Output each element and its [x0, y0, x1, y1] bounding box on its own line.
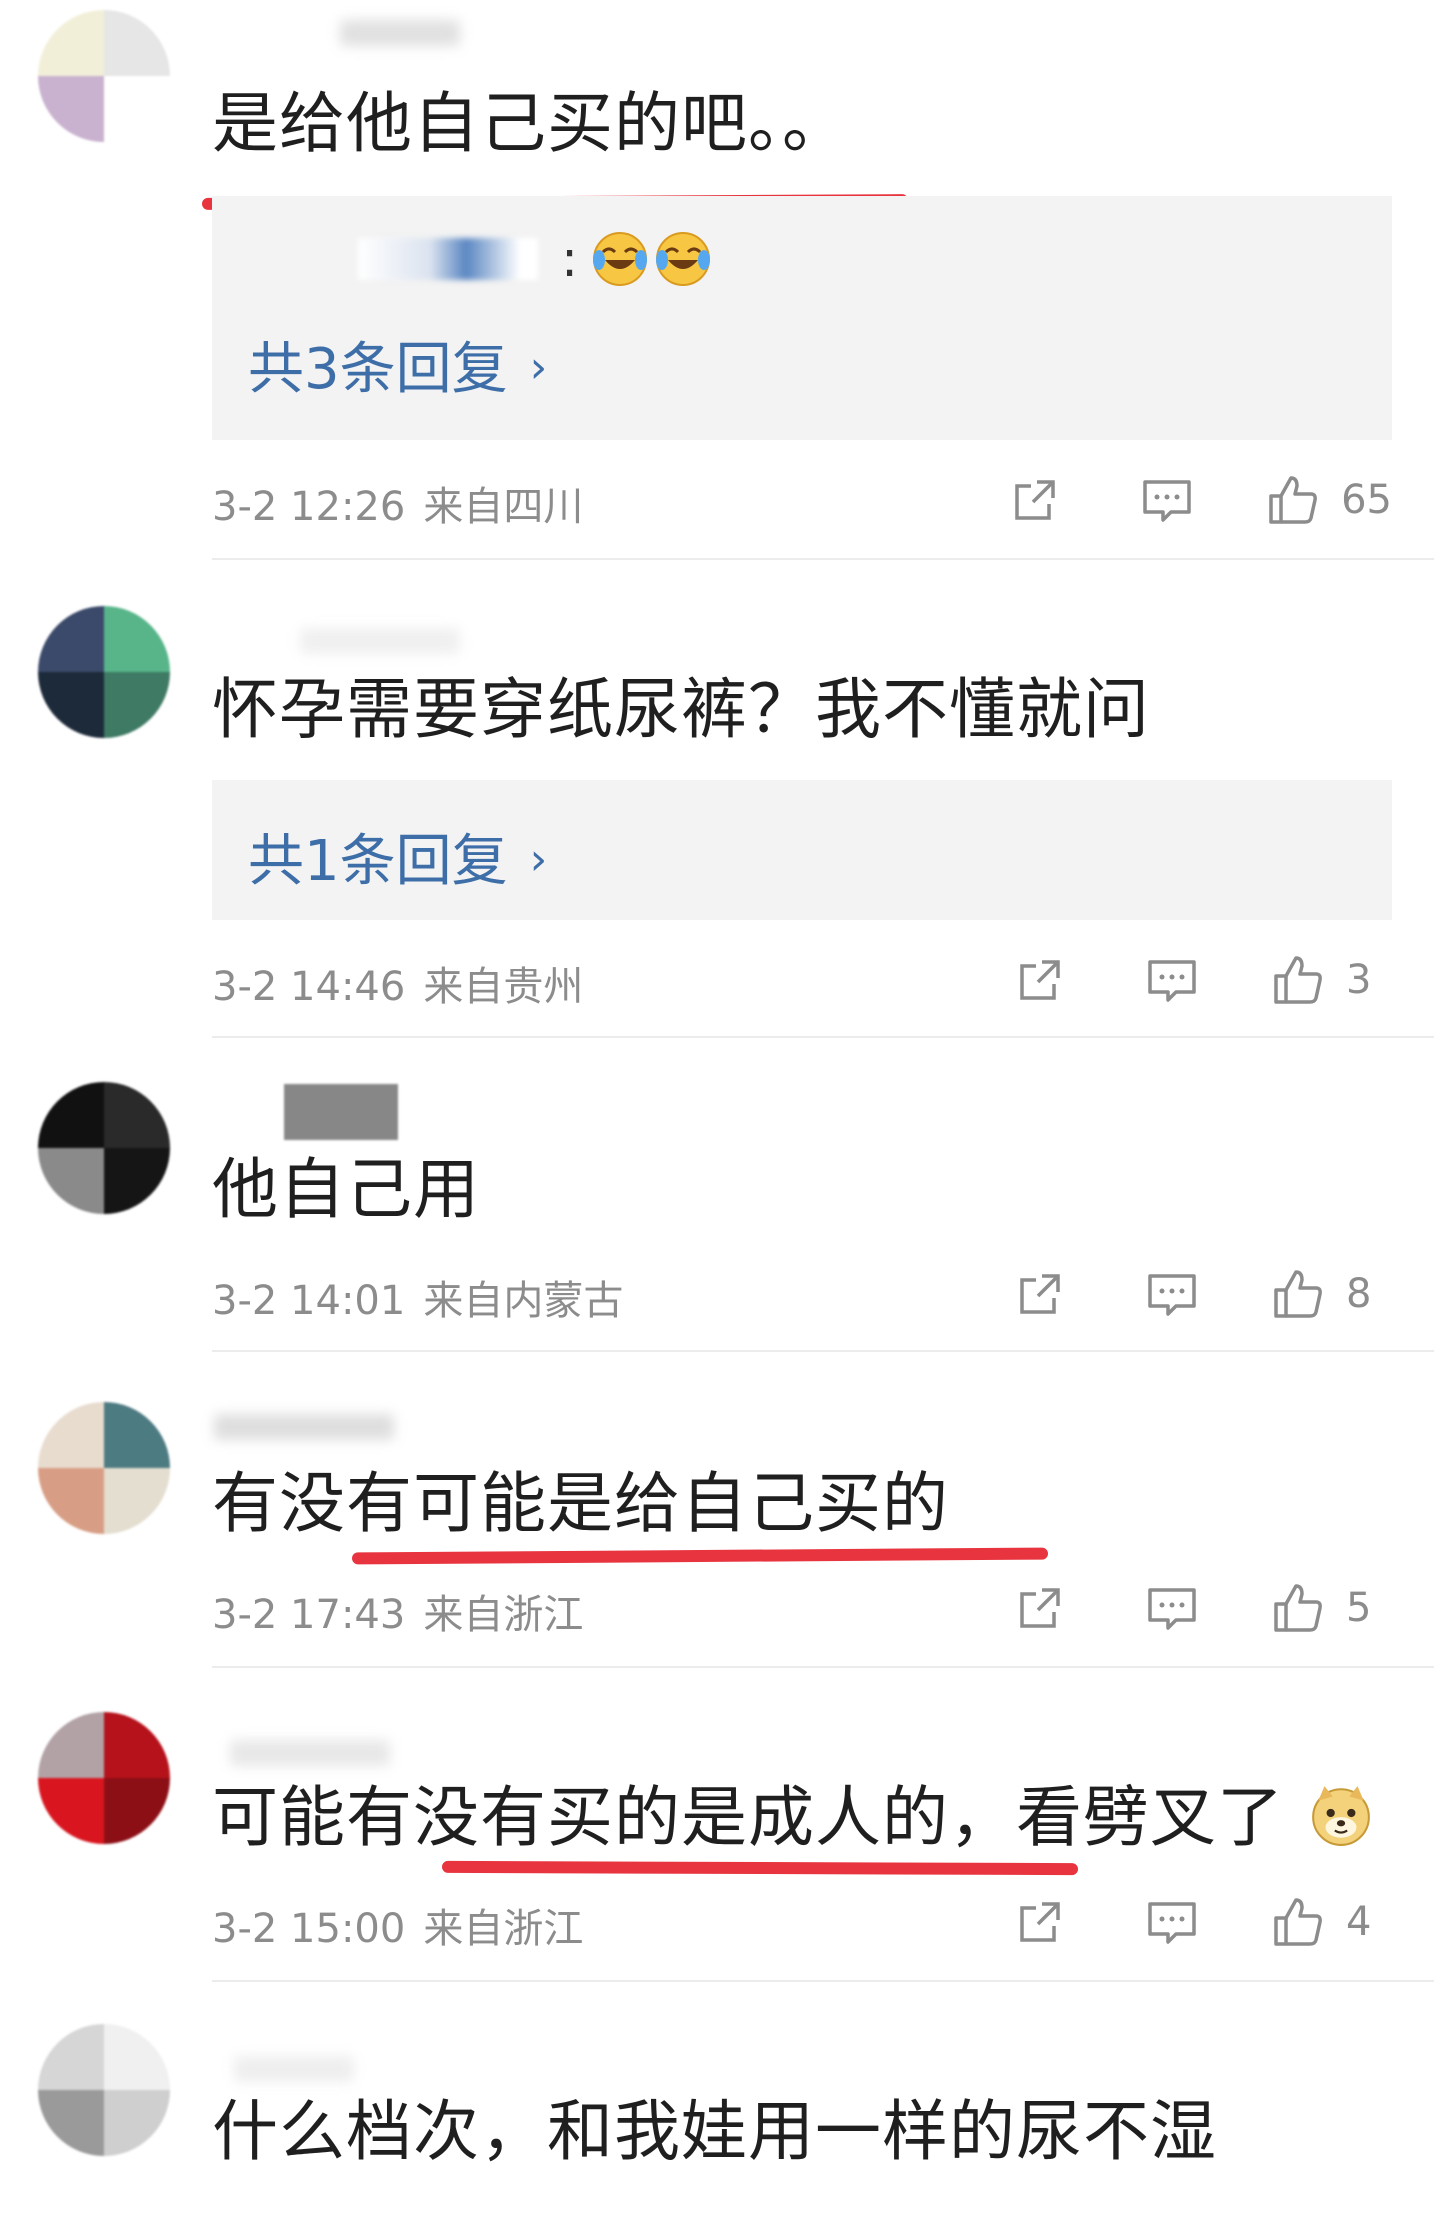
thumbs-up-icon: [1269, 476, 1317, 524]
chevron-right-icon: ›: [529, 342, 548, 393]
comment-icon[interactable]: [1146, 954, 1198, 1006]
comment-text: 怀孕需要穿纸尿裤？我不懂就问: [212, 671, 1150, 748]
divider: [212, 558, 1434, 560]
comment-meta: 3-2 14:01 来自内蒙古: [212, 1268, 623, 1326]
divider: [212, 1350, 1434, 1352]
username-redacted[interactable]: [214, 1414, 394, 1440]
avatar[interactable]: [38, 2024, 170, 2156]
share-icon[interactable]: [1014, 1582, 1066, 1634]
comment-date: 3-2 17:43: [212, 1592, 406, 1638]
comment-text: 可能有没有买的是成人的，看劈叉了: [212, 1778, 1374, 1858]
thumbs-up-icon: [1274, 1270, 1322, 1318]
username-redacted[interactable]: [340, 20, 460, 46]
comment-text: 他自己用: [212, 1151, 480, 1228]
view-replies-link[interactable]: 共3条回复 ›: [248, 324, 547, 405]
like-count: 3: [1346, 957, 1372, 1003]
like-count: 5: [1346, 1585, 1372, 1631]
reply-colon: :: [561, 230, 578, 288]
comment-icon[interactable]: [1146, 1582, 1198, 1634]
like-count: 8: [1346, 1271, 1372, 1317]
red-underline: [441, 1860, 1079, 1876]
username-redacted[interactable]: [300, 628, 460, 654]
comment-text-body: 可能有没有买的是成人的，看劈叉了: [212, 1779, 1284, 1856]
like-button[interactable]: 3: [1272, 954, 1392, 1006]
divider: [212, 1036, 1434, 1038]
like-count: 4: [1346, 1899, 1372, 1945]
like-button[interactable]: 5: [1272, 1582, 1392, 1634]
reply-preview: :: [248, 230, 712, 290]
comment-actions: 8: [1014, 1264, 1392, 1324]
comment-meta: 3-2 17:43 来自浙江: [212, 1582, 583, 1640]
divider: [212, 1666, 1434, 1668]
thumbs-up-icon: [1274, 1584, 1322, 1632]
username-redacted[interactable]: [234, 2056, 354, 2082]
comment-date: 3-2 12:26: [212, 484, 406, 530]
like-button[interactable]: 4: [1272, 1896, 1392, 1948]
comment-region: 来自浙江: [423, 1906, 584, 1952]
comment-icon[interactable]: [1146, 1896, 1198, 1948]
view-replies-link[interactable]: 共1条回复 ›: [248, 816, 547, 897]
share-icon[interactable]: [1014, 1268, 1066, 1320]
comment-text: 什么档次，和我娃用一样的尿不湿: [212, 2093, 1217, 2170]
avatar[interactable]: [38, 10, 170, 142]
comment-region: 来自贵州: [423, 964, 584, 1010]
reply-username-redacted: [358, 238, 538, 280]
comment-date: 3-2 14:46: [212, 964, 406, 1010]
comment-date: 3-2 14:01: [212, 1278, 406, 1324]
red-underline: [351, 1547, 1049, 1565]
comment-date: 3-2 15:00: [212, 1906, 406, 1952]
laugh-cry-emoji: [593, 232, 648, 286]
view-replies-label: 共1条回复: [248, 829, 508, 894]
avatar[interactable]: [38, 1402, 170, 1534]
share-icon[interactable]: [1009, 474, 1061, 526]
avatar[interactable]: [38, 606, 170, 738]
avatar[interactable]: [38, 1082, 170, 1214]
comment-region: 来自浙江: [423, 1592, 584, 1638]
divider: [212, 1980, 1434, 1982]
view-replies-label: 共3条回复: [248, 337, 508, 402]
comment-meta: 3-2 14:46 来自贵州: [212, 954, 583, 1012]
like-button[interactable]: 8: [1272, 1268, 1392, 1320]
like-button[interactable]: 65: [1267, 474, 1392, 526]
thumbs-up-icon: [1274, 956, 1322, 1004]
comment-region: 来自四川: [423, 484, 584, 530]
laugh-cry-emoji: [656, 232, 711, 286]
comment-meta: 3-2 12:26 来自四川: [212, 474, 583, 532]
comment-region: 来自内蒙古: [423, 1278, 624, 1324]
chevron-right-icon: ›: [529, 834, 548, 885]
comment-icon[interactable]: [1141, 474, 1193, 526]
comment-actions: 5: [1014, 1578, 1392, 1638]
comment-actions: 4: [1014, 1892, 1392, 1952]
like-count: 65: [1341, 477, 1392, 523]
comment-text: 有没有可能是给自己买的: [212, 1465, 949, 1542]
comment-actions: 65: [1009, 470, 1392, 530]
doge-emoji: [1312, 1786, 1370, 1846]
comment-meta: 3-2 15:00 来自浙江: [212, 1896, 583, 1954]
share-icon[interactable]: [1014, 954, 1066, 1006]
username-redacted[interactable]: [284, 1084, 398, 1140]
reply-preview-box[interactable]: 共1条回复 ›: [212, 780, 1392, 920]
comment-icon[interactable]: [1146, 1268, 1198, 1320]
reply-preview-box[interactable]: : 共3条回复 ›: [212, 196, 1392, 440]
comment-text: 是给他自己买的吧。。: [212, 85, 849, 162]
thumbs-up-icon: [1274, 1898, 1322, 1946]
share-icon[interactable]: [1014, 1896, 1066, 1948]
comment-actions: 3: [1014, 950, 1392, 1010]
avatar[interactable]: [38, 1712, 170, 1844]
username-redacted[interactable]: [230, 1740, 390, 1766]
